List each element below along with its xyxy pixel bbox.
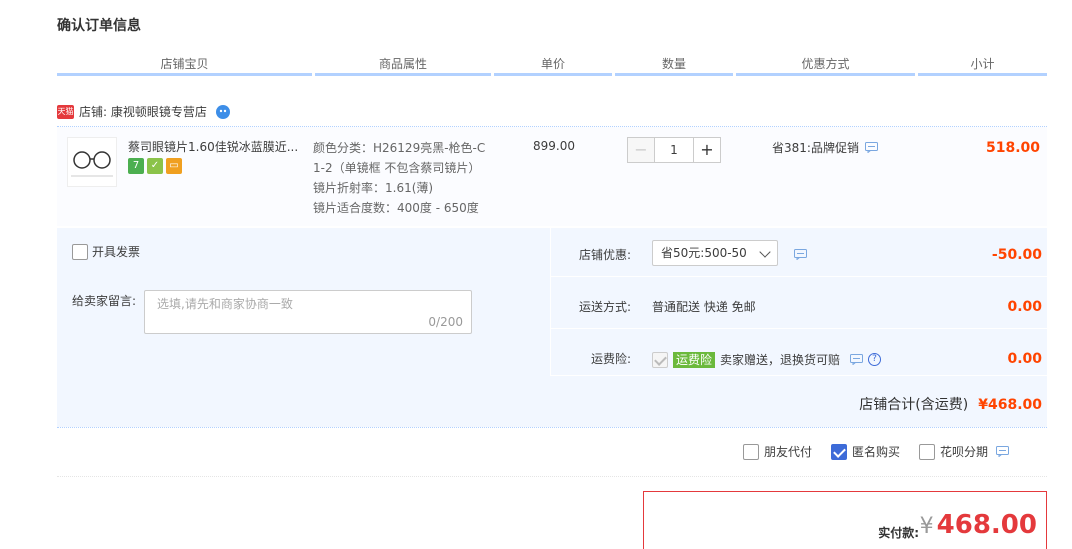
shop-discount-select[interactable]: 省50元:500-50 bbox=[652, 240, 778, 266]
product-thumbnail[interactable] bbox=[67, 137, 117, 187]
tmall-badge-icon: 天猫 bbox=[57, 104, 74, 119]
shipping-fee: 0.00 bbox=[1007, 299, 1042, 315]
anonymous-checkbox[interactable] bbox=[831, 443, 848, 460]
insurance-row: 运费险: 运费险 卖家赠送，退换货可赔 ? 0.00 bbox=[551, 332, 1047, 376]
invoice-checkbox[interactable] bbox=[72, 243, 88, 260]
comment-icon[interactable] bbox=[864, 142, 878, 153]
insurance-label: 运费险: bbox=[590, 352, 631, 366]
friend-pay-label: 朋友代付 bbox=[764, 445, 813, 459]
order-options-panel: 开具发票 给卖家留言: 0/200 店铺优惠: 省50元:500-50 -50.… bbox=[57, 228, 1047, 427]
fees-section: 店铺优惠: 省50元:500-50 -50.00 运送方式: 普通配送 快递 免… bbox=[551, 228, 1047, 376]
message-input[interactable] bbox=[157, 297, 457, 311]
shop-discount-amount: -50.00 bbox=[991, 247, 1042, 263]
shop-discount-row: 店铺优惠: 省50元:500-50 -50.00 bbox=[551, 228, 1047, 277]
attr-line: 镜片折射率：1.61(薄) bbox=[313, 181, 434, 195]
quantity-stepper: − 1 + bbox=[627, 137, 721, 163]
wangwang-chat-icon[interactable] bbox=[215, 104, 231, 120]
attr-line: 颜色分类：H26129亮黑-枪色-C bbox=[313, 141, 486, 155]
insurance-fee: 0.00 bbox=[1007, 351, 1042, 367]
payment-summary: 实付款: ¥ 468.00 bbox=[643, 491, 1047, 549]
huabei-option[interactable]: 花呗分期 bbox=[919, 443, 1010, 460]
help-icon[interactable]: ? bbox=[868, 353, 882, 366]
order-item: 蔡司眼镜片1.60佳锐冰蓝膜近... 7 ✓ ▭ 颜色分类：H26129亮黑-枪… bbox=[57, 127, 1047, 226]
shipping-row: 运送方式: 普通配送 快递 免邮 0.00 bbox=[551, 280, 1047, 329]
decrease-button[interactable]: − bbox=[627, 137, 655, 163]
huabei-label: 花呗分期 bbox=[940, 445, 989, 459]
insurance-checkbox bbox=[652, 351, 668, 368]
col-promo: 优惠方式 bbox=[801, 57, 850, 71]
glasses-icon bbox=[71, 151, 113, 177]
increase-button[interactable]: + bbox=[693, 137, 721, 163]
friend-pay-checkbox[interactable] bbox=[743, 443, 759, 460]
shop-total-label: 店铺合计(含运费) bbox=[859, 397, 969, 413]
unit-price: 899.00 bbox=[533, 139, 575, 153]
quantity-input[interactable]: 1 bbox=[655, 137, 693, 163]
shop-discount-value: 省50元:500-50 bbox=[661, 246, 747, 260]
attr-line: 镜片适合度数：400度 - 650度 bbox=[313, 201, 479, 215]
pay-total: 468.00 bbox=[936, 510, 1037, 540]
pay-label: 实付款: bbox=[878, 526, 919, 540]
product-title[interactable]: 蔡司眼镜片1.60佳锐冰蓝膜近... bbox=[128, 138, 298, 155]
product-attrs: 颜色分类：H26129亮黑-枪色-C 1-2（单镜框 不包含蔡司镜片） 镜片折射… bbox=[313, 138, 485, 218]
pay-amount: ¥ 468.00 bbox=[920, 510, 1037, 540]
comment-icon[interactable] bbox=[794, 249, 807, 260]
shipping-method: 普通配送 快递 免邮 bbox=[652, 300, 756, 314]
promo-text: 省381:品牌促销 bbox=[772, 141, 859, 155]
shop-total: 店铺合计(含运费) ¥468.00 bbox=[859, 394, 1042, 414]
col-attrs: 商品属性 bbox=[378, 57, 427, 71]
payment-options: 朋友代付 匿名购买 花呗分期 bbox=[743, 443, 1010, 460]
col-price: 单价 bbox=[540, 57, 565, 71]
shop-total-amount: ¥468.00 bbox=[978, 397, 1042, 413]
comment-icon[interactable] bbox=[850, 354, 864, 365]
friend-pay-option[interactable]: 朋友代付 bbox=[743, 443, 812, 460]
column-header: 店铺宝贝 商品属性 单价 数量 优惠方式 小计 bbox=[57, 52, 1047, 76]
shop-line: 天猫 店铺: 康视顿眼镜专营店 bbox=[57, 103, 231, 120]
insurance-desc: 卖家赠送，退换货可赔 bbox=[720, 353, 841, 367]
page-title: 确认订单信息 bbox=[57, 18, 141, 34]
promo-method: 省381:品牌促销 bbox=[772, 139, 878, 156]
shop-name[interactable]: 店铺: 康视顿眼镜专营店 bbox=[79, 103, 207, 120]
service-badges: 7 ✓ ▭ bbox=[128, 158, 182, 174]
col-qty: 数量 bbox=[661, 57, 686, 71]
attr-line: 1-2（单镜框 不包含蔡司镜片） bbox=[313, 161, 481, 175]
huabei-checkbox[interactable] bbox=[919, 443, 936, 460]
col-shop-item: 店铺宝贝 bbox=[160, 57, 209, 71]
anonymous-option[interactable]: 匿名购买 bbox=[831, 443, 900, 460]
invoice-label: 开具发票 bbox=[92, 245, 141, 259]
guarantee-icon[interactable]: ✓ bbox=[147, 158, 163, 174]
item-subtotal: 518.00 bbox=[985, 140, 1040, 156]
insurance-tag: 运费险 bbox=[673, 351, 716, 368]
currency-symbol: ¥ bbox=[919, 514, 934, 539]
message-label: 给卖家留言: bbox=[72, 294, 137, 308]
comment-icon[interactable] bbox=[996, 446, 1010, 457]
message-box: 0/200 bbox=[144, 290, 472, 334]
seven-day-return-icon[interactable]: 7 bbox=[128, 158, 144, 174]
chevron-down-icon bbox=[759, 246, 771, 258]
col-subtotal: 小计 bbox=[970, 57, 995, 71]
anonymous-label: 匿名购买 bbox=[852, 445, 901, 459]
shipping-label: 运送方式: bbox=[578, 300, 631, 314]
card-payment-icon[interactable]: ▭ bbox=[166, 158, 182, 174]
insurance-info: 运费险 卖家赠送，退换货可赔 ? bbox=[652, 351, 882, 368]
message-count: 0/200 bbox=[428, 315, 463, 329]
shop-discount-label: 店铺优惠: bbox=[578, 248, 631, 262]
invoice-option[interactable]: 开具发票 bbox=[72, 243, 140, 260]
